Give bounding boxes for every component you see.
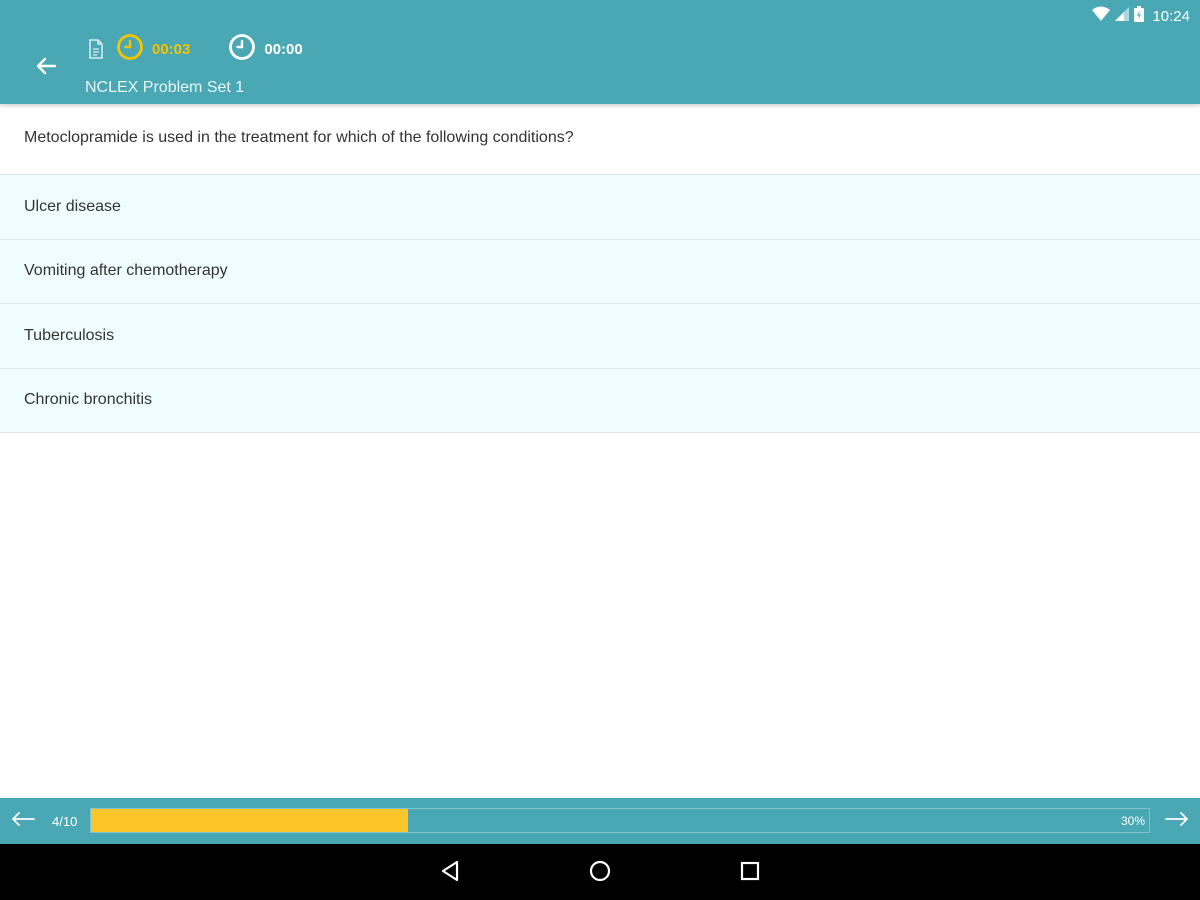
nav-home-button[interactable] bbox=[585, 858, 615, 888]
nav-recents-button[interactable] bbox=[735, 858, 765, 888]
arrow-left-icon bbox=[10, 810, 36, 833]
arrow-right-icon bbox=[1164, 810, 1190, 833]
answer-option-label: Tuberculosis bbox=[24, 326, 115, 344]
cell-signal-icon bbox=[1115, 6, 1130, 26]
total-timer: 00:00 bbox=[228, 33, 303, 65]
progress-bar-fill bbox=[91, 809, 409, 832]
question-position: 4/10 bbox=[52, 814, 78, 829]
answer-option[interactable]: Ulcer disease bbox=[0, 175, 1200, 240]
back-button[interactable] bbox=[24, 46, 68, 90]
clock-icon bbox=[228, 33, 256, 65]
system-nav-bar bbox=[0, 844, 1200, 900]
nav-back-icon bbox=[439, 860, 461, 887]
answer-option-label: Chronic bronchitis bbox=[24, 391, 153, 409]
document-icon bbox=[88, 39, 104, 59]
answer-options: Ulcer disease Vomiting after chemotherap… bbox=[0, 175, 1200, 433]
nav-home-icon bbox=[589, 860, 611, 887]
app-header: 10:24 00:03 00:00 NCLEX Problem Set 1 bbox=[0, 0, 1200, 104]
answer-option[interactable]: Vomiting after chemotherapy bbox=[0, 239, 1200, 304]
arrow-left-icon bbox=[35, 55, 57, 82]
wifi-icon bbox=[1092, 6, 1111, 27]
answer-option[interactable]: Tuberculosis bbox=[0, 304, 1200, 369]
previous-question-button[interactable] bbox=[8, 808, 38, 834]
elapsed-timer: 00:03 bbox=[116, 33, 190, 65]
battery-icon bbox=[1134, 5, 1145, 27]
progress-footer: 4/10 30% bbox=[0, 798, 1200, 844]
answer-option[interactable]: Chronic bronchitis bbox=[0, 368, 1200, 433]
elapsed-time: 00:03 bbox=[152, 40, 191, 58]
nav-back-button[interactable] bbox=[435, 858, 465, 888]
total-time: 00:00 bbox=[264, 40, 303, 58]
timer-row: 00:03 00:00 bbox=[88, 33, 303, 65]
next-question-button[interactable] bbox=[1162, 808, 1192, 834]
question-text: Metoclopramide is used in the treatment … bbox=[0, 104, 1200, 175]
answer-option-label: Ulcer disease bbox=[24, 197, 121, 215]
progress-bar: 30% bbox=[90, 808, 1150, 833]
status-time: 10:24 bbox=[1152, 7, 1190, 25]
clock-icon bbox=[116, 33, 144, 65]
answer-option-label: Vomiting after chemotherapy bbox=[24, 262, 228, 280]
set-title: NCLEX Problem Set 1 bbox=[85, 79, 245, 96]
nav-recents-icon bbox=[739, 860, 761, 887]
progress-percent: 30% bbox=[1120, 814, 1145, 828]
status-bar: 10:24 bbox=[1092, 5, 1190, 27]
